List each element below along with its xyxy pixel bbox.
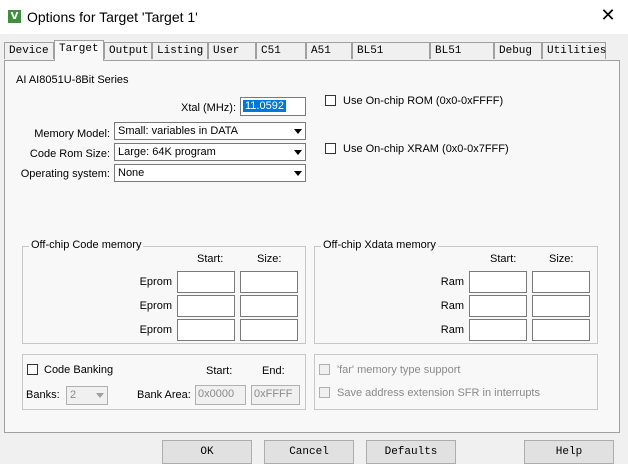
tab-output[interactable]: Output <box>104 42 152 59</box>
close-icon[interactable]: ✕ <box>598 6 618 26</box>
ram-size-input-2[interactable] <box>532 295 590 317</box>
chevron-down-icon[interactable] <box>92 387 107 403</box>
chevron-down-icon[interactable] <box>290 123 305 139</box>
banks-label: Banks: <box>26 389 60 401</box>
memory-model-select[interactable]: Small: variables in DATA <box>114 122 306 140</box>
eprom-start-input-2[interactable] <box>177 295 235 317</box>
offchip-xdata-title: Off-chip Xdata memory <box>321 239 438 251</box>
chevron-down-icon[interactable] <box>290 165 305 181</box>
ram-start-input-2[interactable] <box>469 295 527 317</box>
tab-listing[interactable]: Listing <box>152 42 208 59</box>
chevron-down-icon[interactable] <box>290 144 305 160</box>
eprom-size-input-1[interactable] <box>240 271 298 293</box>
tab-strip: Device Target Output Listing User C51 A5… <box>4 40 624 73</box>
cancel-button[interactable]: Cancel <box>264 440 354 464</box>
banks-select[interactable]: 2 <box>66 386 108 405</box>
ram-start-input-1[interactable] <box>469 271 527 293</box>
bank-area-start-input[interactable]: 0x0000 <box>195 385 246 405</box>
tab-bl51-locate[interactable]: BL51 Locate <box>352 42 430 73</box>
operating-system-label: Operating system: <box>20 168 110 180</box>
tab-debug[interactable]: Debug <box>494 42 542 59</box>
defaults-button[interactable]: Defaults <box>366 440 456 464</box>
memory-model-label: Memory Model: <box>34 128 110 140</box>
eprom-size-input-3[interactable] <box>240 319 298 341</box>
far-memory-checkbox[interactable] <box>319 364 330 375</box>
offchip-code-title: Off-chip Code memory <box>29 239 144 251</box>
save-sfr-checkbox[interactable] <box>319 387 330 398</box>
bank-area-end-input[interactable]: 0xFFFF <box>251 385 300 405</box>
ram-label-2: Ram <box>440 300 464 312</box>
code-banking-checkbox[interactable] <box>27 364 38 375</box>
tab-utilities[interactable]: Utilities <box>542 42 606 59</box>
ram-size-input-1[interactable] <box>532 271 590 293</box>
save-sfr-label: Save address extension SFR in interrupts <box>337 387 540 399</box>
ram-label-1: Ram <box>440 276 464 288</box>
memory-model-value: Small: variables in DATA <box>118 125 239 137</box>
bank-area-label: Bank Area: <box>137 389 191 401</box>
code-rom-size-value: Large: 64K program <box>118 146 216 158</box>
keil-app-icon: V <box>8 10 21 23</box>
operating-system-value: None <box>118 167 145 179</box>
code-start-header: Start: <box>197 253 224 265</box>
ram-start-input-3[interactable] <box>469 319 527 341</box>
tab-device[interactable]: Device <box>4 42 54 59</box>
eprom-label-1: Eprom <box>139 276 172 288</box>
code-size-header: Size: <box>257 253 282 265</box>
tab-a51[interactable]: A51 <box>306 42 352 59</box>
xtal-label: Xtal (MHz): <box>181 102 236 114</box>
code-rom-size-select[interactable]: Large: 64K program <box>114 143 306 161</box>
tab-bl51-misc[interactable]: BL51 Misc <box>430 42 494 73</box>
tab-c51[interactable]: C51 <box>256 42 306 59</box>
onchip-rom-label: Use On-chip ROM (0x0-0xFFFF) <box>343 95 504 107</box>
tab-user[interactable]: User <box>208 42 256 59</box>
bank-start-header: Start: <box>206 365 233 377</box>
operating-system-select[interactable]: None <box>114 164 306 182</box>
eprom-label-2: Eprom <box>139 300 172 312</box>
xdata-start-header: Start: <box>490 253 517 265</box>
xdata-size-header: Size: <box>549 253 574 265</box>
banks-value: 2 <box>70 389 77 401</box>
onchip-rom-checkbox[interactable] <box>325 95 336 106</box>
far-memory-group <box>314 354 598 410</box>
xtal-value: 11.0592 <box>243 100 286 112</box>
code-banking-label: Code Banking <box>44 364 114 376</box>
eprom-start-input-1[interactable] <box>177 271 235 293</box>
ok-button[interactable]: OK <box>162 440 252 464</box>
window-title: Options for Target 'Target 1' <box>27 9 198 25</box>
title-bar: V Options for Target 'Target 1' ✕ <box>0 0 628 34</box>
xtal-input[interactable]: 11.0592 <box>240 97 306 116</box>
eprom-label-3: Eprom <box>139 324 172 336</box>
onchip-xram-checkbox[interactable] <box>325 143 336 154</box>
onchip-xram-label: Use On-chip XRAM (0x0-0x7FFF) <box>343 143 509 155</box>
tab-target[interactable]: Target <box>54 40 104 61</box>
far-memory-label: 'far' memory type support <box>337 364 461 376</box>
help-button[interactable]: Help <box>524 440 614 464</box>
bank-end-header: End: <box>262 365 285 377</box>
eprom-start-input-3[interactable] <box>177 319 235 341</box>
eprom-size-input-2[interactable] <box>240 295 298 317</box>
ram-size-input-3[interactable] <box>532 319 590 341</box>
ram-label-3: Ram <box>440 324 464 336</box>
code-rom-size-label: Code Rom Size: <box>29 148 110 160</box>
device-name: AI AI8051U-8Bit Series <box>16 74 129 86</box>
